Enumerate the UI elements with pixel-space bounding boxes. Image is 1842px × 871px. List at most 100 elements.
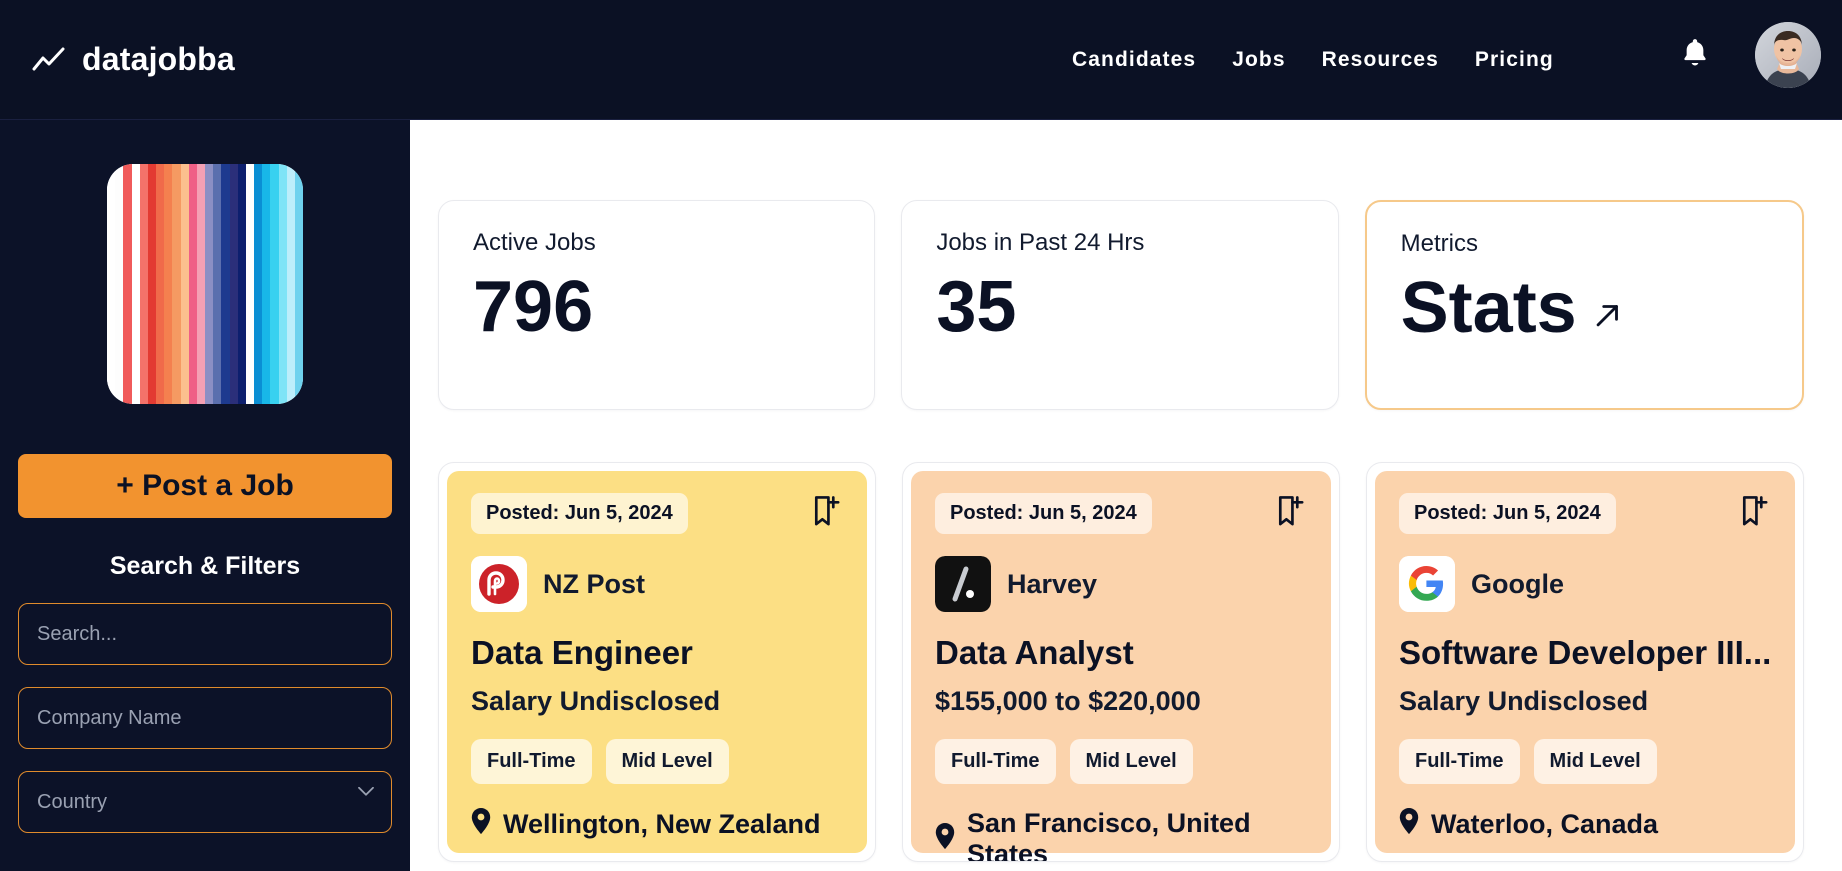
- search-input[interactable]: [18, 603, 392, 665]
- job-tag: Mid Level: [1533, 739, 1657, 784]
- job-title: Data Analyst: [935, 634, 1134, 671]
- nav-item-jobs[interactable]: Jobs: [1232, 48, 1285, 72]
- harvey-logo: [935, 556, 991, 612]
- jobs-row: Posted: Jun 5, 2024 NZ Post Data Enginee…: [438, 462, 1804, 862]
- job-card-inner: Posted: Jun 5, 2024: [1375, 471, 1795, 853]
- logo-stripe: [180, 164, 189, 404]
- stat-label: Active Jobs: [473, 229, 596, 256]
- company-name: Harvey: [1007, 568, 1098, 599]
- job-salary: Salary Undisclosed: [1399, 686, 1649, 716]
- logo-stripe: [262, 164, 271, 404]
- logo-stripe: [221, 164, 230, 404]
- map-pin-icon: [935, 822, 955, 856]
- job-card[interactable]: Posted: Jun 5, 2024: [438, 462, 876, 862]
- company-row: NZ Post: [471, 556, 843, 612]
- job-title: Data Engineer: [471, 634, 693, 671]
- logo-stripe: [156, 164, 165, 404]
- logo-stripe: [188, 164, 197, 404]
- stat-card-metrics[interactable]: Metrics Stats: [1364, 200, 1804, 410]
- stat-card-jobs-past-24hrs[interactable]: Jobs in Past 24 Hrs 35: [901, 200, 1339, 410]
- map-pin-icon: [471, 808, 491, 841]
- sidebar: + Post a Job Search & Filters Country: [0, 120, 410, 871]
- top-header: datajobba Candidates Jobs Resources Pric…: [0, 0, 1842, 120]
- logo-stripe: [270, 164, 279, 404]
- job-tags: Full-Time Mid Level: [1399, 739, 1771, 784]
- job-tag: Full-Time: [935, 739, 1056, 784]
- warming-stripes-logo: [107, 164, 303, 404]
- main-nav: Candidates Jobs Resources Pricing: [1072, 0, 1554, 120]
- job-tag: Mid Level: [605, 739, 729, 784]
- post-a-job-button[interactable]: + Post a Job: [18, 454, 392, 518]
- stat-label: Jobs in Past 24 Hrs: [936, 229, 1145, 256]
- stat-card-active-jobs[interactable]: Active Jobs 796: [438, 200, 876, 410]
- logo-stripe: [286, 164, 295, 404]
- logo-stripe: [107, 164, 116, 404]
- logo-stripe: [164, 164, 173, 404]
- job-location-text: San Francisco, United States: [967, 808, 1251, 862]
- logo-stripe: [123, 164, 132, 404]
- brand-name: datajobba: [82, 41, 235, 77]
- logo-stripe: [229, 164, 238, 404]
- job-tags: Full-Time Mid Level: [935, 739, 1307, 784]
- bookmark-add-icon[interactable]: [811, 495, 841, 532]
- job-location-text: Waterloo, Canada: [1431, 809, 1659, 839]
- company-row: Google: [1399, 556, 1771, 612]
- bookmark-add-icon[interactable]: [1275, 495, 1305, 532]
- job-salary: Salary Undisclosed: [471, 686, 721, 716]
- main-content: Active Jobs 796 Jobs in Past 24 Hrs 35 M…: [410, 120, 1842, 871]
- country-select-wrapper: Country: [18, 749, 392, 833]
- stat-label: Metrics: [1400, 230, 1478, 257]
- job-salary: $155,000 to $220,000: [935, 686, 1201, 716]
- stat-number: 796: [473, 267, 594, 347]
- job-posted-date: Posted: Jun 5, 2024: [1399, 493, 1616, 534]
- google-logo: [1399, 556, 1455, 612]
- logo-stripe: [278, 164, 287, 404]
- nav-item-candidates[interactable]: Candidates: [1072, 48, 1196, 72]
- nz-post-logo: [471, 556, 527, 612]
- notification-bell-icon[interactable]: [1678, 36, 1712, 70]
- job-tag: Full-Time: [471, 739, 592, 784]
- logo-stripe: [115, 164, 124, 404]
- user-avatar[interactable]: [1755, 22, 1821, 88]
- job-posted-date: Posted: Jun 5, 2024: [935, 493, 1152, 534]
- job-posted-date: Posted: Jun 5, 2024: [471, 493, 688, 534]
- stats-row: Active Jobs 796 Jobs in Past 24 Hrs 35 M…: [438, 200, 1804, 410]
- job-location: Wellington, New Zealand: [471, 808, 843, 841]
- bookmark-add-icon[interactable]: [1739, 495, 1769, 532]
- arrow-up-right-icon: [1591, 272, 1625, 344]
- job-card[interactable]: Posted: Jun 5, 2024: [1366, 462, 1804, 862]
- job-location-text: Wellington, New Zealand: [503, 809, 821, 839]
- job-tags: Full-Time Mid Level: [471, 739, 843, 784]
- job-card-inner: Posted: Jun 5, 2024: [447, 471, 867, 853]
- logo-stripe: [245, 164, 255, 404]
- logo-stripe: [213, 164, 222, 404]
- stat-number: Stats: [1400, 268, 1577, 348]
- map-pin-icon: [1399, 808, 1419, 841]
- job-location: San Francisco, United States: [935, 808, 1307, 862]
- company-name: Google: [1471, 568, 1564, 599]
- logo-stripe: [205, 164, 214, 404]
- logo-stripe: [131, 164, 140, 404]
- stat-value: 796: [473, 271, 840, 343]
- logo-stripe: [237, 164, 246, 404]
- country-select[interactable]: Country: [18, 771, 392, 833]
- company-row: Harvey: [935, 556, 1307, 612]
- logo-stripe: [172, 164, 181, 404]
- logo-stripe: [139, 164, 148, 404]
- job-title: Software Developer III...: [1399, 634, 1771, 671]
- stat-value: 35: [936, 271, 1303, 343]
- logo-stripe: [196, 164, 206, 404]
- nav-item-resources[interactable]: Resources: [1322, 48, 1439, 72]
- stat-value: Stats: [1401, 272, 1768, 344]
- company-name-input[interactable]: [18, 687, 392, 749]
- brand-logo[interactable]: datajobba: [32, 41, 235, 78]
- stat-number: 35: [936, 267, 1017, 347]
- nav-item-pricing[interactable]: Pricing: [1475, 48, 1554, 72]
- logo-stripe: [147, 164, 157, 404]
- company-name: NZ Post: [543, 568, 646, 599]
- search-and-filters-heading: Search & Filters: [109, 552, 301, 580]
- job-card[interactable]: Posted: Jun 5, 2024: [902, 462, 1340, 862]
- logo-stripe: [254, 164, 263, 404]
- job-tag: Mid Level: [1069, 739, 1193, 784]
- logo-stripe: [294, 164, 303, 404]
